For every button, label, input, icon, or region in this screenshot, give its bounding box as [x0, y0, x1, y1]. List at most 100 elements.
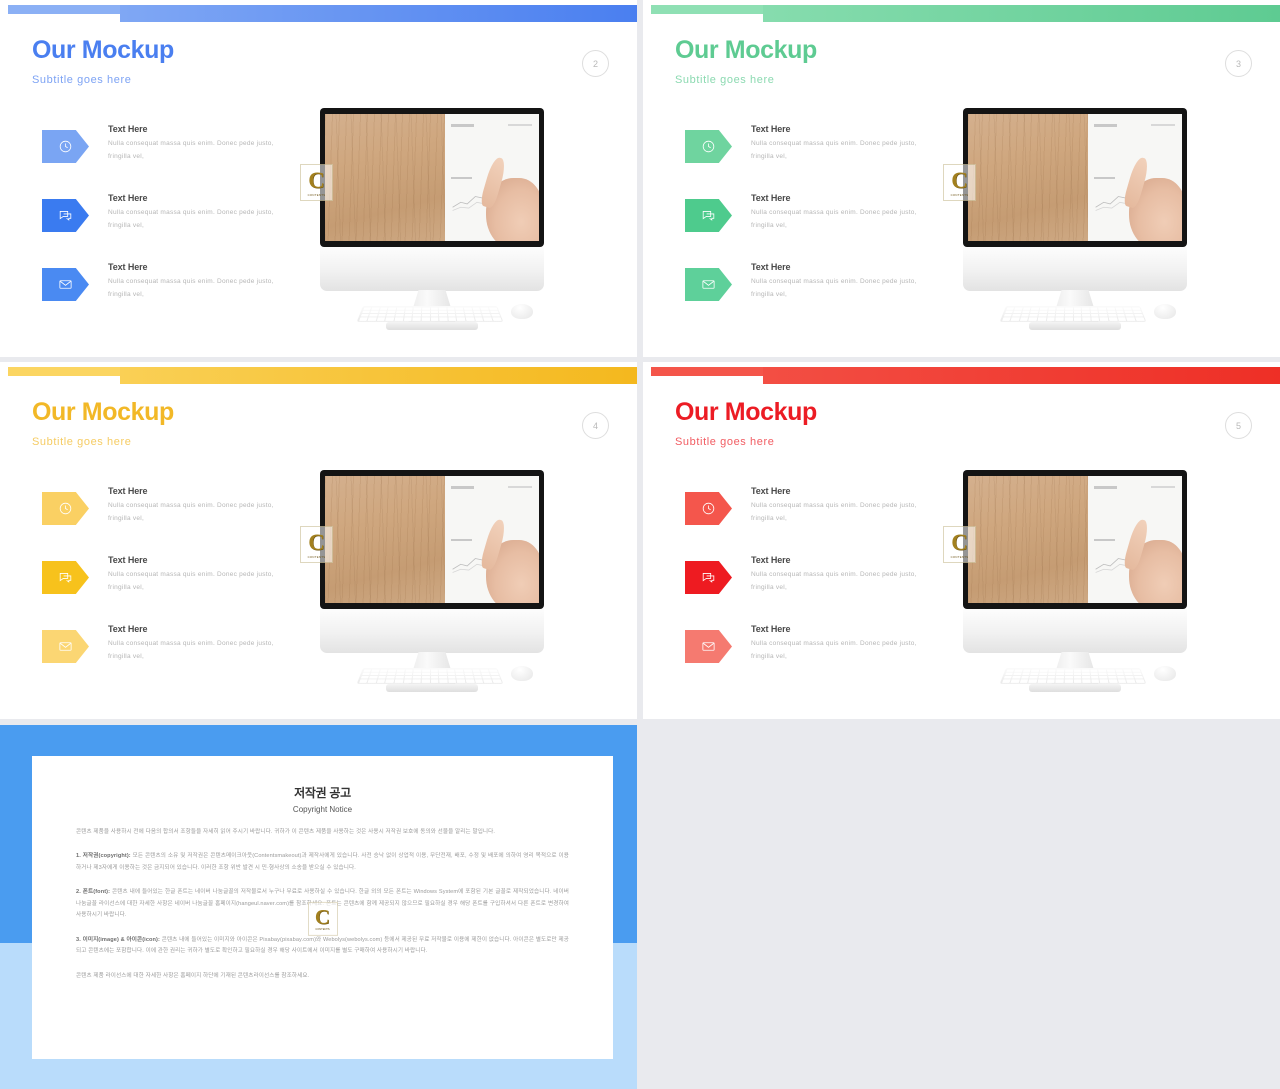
monitor-screen-bezel [320, 470, 544, 609]
keyboard [999, 667, 1147, 684]
mail-icon[interactable] [685, 268, 732, 301]
header-bar-accent [651, 367, 763, 376]
bullet-row[interactable]: Text Here Nulla consequat massa quis eni… [685, 486, 935, 555]
monitor-chin [963, 609, 1187, 653]
monitor-screen-bezel [963, 470, 1187, 609]
keyboard-row [361, 310, 499, 314]
bullet-description: Nulla consequat massa quis enim. Donec p… [751, 278, 917, 298]
copyright-item-1-text: 모든 콘텐츠의 소유 및 저작권은 콘텐츠메이크아웃(Contentsmakeo… [76, 853, 569, 871]
monitor-screen-content [968, 114, 1182, 241]
keyboard-row [1003, 675, 1143, 679]
mock-chart-label [1094, 486, 1118, 489]
chart-document-photo [1087, 114, 1182, 241]
keyboard-row [360, 675, 500, 679]
page-title: Our Mockup [675, 398, 817, 426]
contents-watermark-icon: C CONTENTS [300, 164, 333, 201]
desktop-monitor-mockup: C CONTENTS [943, 470, 1255, 700]
copyright-intro: 콘텐츠 제품을 사용하시 전에 다음의 합의서 조항들을 자세히 읽어 주시기 … [76, 829, 496, 835]
bullet-title: Text Here [751, 555, 791, 565]
copyright-item-1: 1. 저작권(copyright): 모든 콘텐츠의 소유 및 저작권은 콘텐츠… [76, 851, 569, 874]
mock-chart-label [451, 486, 475, 489]
bullet-row[interactable]: Text Here Nulla consequat massa quis eni… [685, 555, 935, 624]
keyboard-row [1005, 307, 1141, 310]
mock-line-label [1094, 176, 1116, 180]
chat-icon[interactable] [42, 561, 89, 594]
bullet-row[interactable]: Text Here Nulla consequat massa quis eni… [685, 262, 935, 331]
mock-chart-legend [1151, 124, 1176, 127]
mail-icon[interactable] [42, 630, 89, 663]
bullet-list: Text Here Nulla consequat massa quis eni… [685, 124, 935, 331]
bullet-title: Text Here [108, 555, 148, 565]
bullet-description: Nulla consequat massa quis enim. Donec p… [751, 140, 917, 160]
chart-document-photo [1087, 476, 1182, 603]
copyright-item-2-label: 2. 폰트(font): [76, 889, 111, 896]
watermark-caption: CONTENTS [950, 192, 969, 197]
keyboard-row [1001, 679, 1145, 683]
bullet-description: Nulla consequat massa quis enim. Donec p… [751, 209, 917, 229]
copyright-item-3: 3. 이미지(image) & 아이콘(icon): 콘텐츠 내에 들어있는 이… [76, 935, 569, 958]
bullet-row[interactable]: Text Here Nulla consequat massa quis eni… [685, 193, 935, 262]
bullet-row[interactable]: Text Here Nulla consequat massa quis eni… [42, 124, 292, 193]
slide-green[interactable]: Our Mockup Subtitle goes here 3 Text Her… [643, 0, 1280, 357]
contents-watermark-icon: C CONTENTS [307, 901, 338, 936]
bullet-row[interactable]: Text Here Nulla consequat massa quis eni… [685, 624, 935, 693]
clock-icon[interactable] [685, 130, 732, 163]
monitor-chin [320, 609, 544, 653]
copyright-title-ko: 저작권 공고 [294, 786, 351, 800]
header-bar-accent [8, 367, 120, 376]
keyboard-row [361, 672, 499, 676]
monitor-chin [963, 247, 1187, 291]
keyboard-row [362, 669, 498, 672]
keyboard-row [358, 679, 502, 683]
monitor-foot [386, 684, 478, 692]
slide-yellow[interactable]: Our Mockup Subtitle goes here 4 Text Her… [0, 362, 637, 719]
bullet-row[interactable]: Text Here Nulla consequat massa quis eni… [42, 486, 292, 555]
bullet-row[interactable]: Text Here Nulla consequat massa quis eni… [42, 262, 292, 331]
clock-icon[interactable] [42, 492, 89, 525]
bullet-description: Nulla consequat massa quis enim. Donec p… [751, 640, 917, 660]
watermark-letter: C [308, 167, 325, 193]
bullet-row[interactable]: Text Here Nulla consequat massa quis eni… [42, 193, 292, 262]
mouse [1154, 666, 1176, 681]
monitor-screen-bezel [320, 108, 544, 247]
monitor-screen-bezel [963, 108, 1187, 247]
keyboard [356, 667, 504, 684]
keyboard-row [1005, 669, 1141, 672]
contents-watermark-icon: C CONTENTS [943, 526, 976, 563]
watermark-letter: C [951, 167, 968, 193]
mouse [511, 666, 533, 681]
mail-icon[interactable] [42, 268, 89, 301]
mail-icon[interactable] [685, 630, 732, 663]
chat-icon[interactable] [685, 199, 732, 232]
mock-line-label [1094, 538, 1116, 542]
bullet-row[interactable]: Text Here Nulla consequat massa quis eni… [685, 124, 935, 193]
copyright-panel: 저작권 공고 Copyright Notice 콘텐츠 제품을 사용하시 전에 … [0, 725, 637, 1089]
keyboard-row [358, 317, 502, 321]
bullet-description: Nulla consequat massa quis enim. Donec p… [751, 502, 917, 522]
slide-red[interactable]: Our Mockup Subtitle goes here 5 Text Her… [643, 362, 1280, 719]
keyboard-row [1003, 313, 1143, 317]
mouse [511, 304, 533, 319]
bullet-title: Text Here [751, 193, 791, 203]
bullet-row[interactable]: Text Here Nulla consequat massa quis eni… [42, 555, 292, 624]
bullet-row[interactable]: Text Here Nulla consequat massa quis eni… [42, 624, 292, 693]
mock-chart-label [1094, 124, 1118, 127]
header-bar-notch [8, 376, 120, 385]
keyboard-row [362, 307, 498, 310]
clock-icon[interactable] [42, 130, 89, 163]
watermark-caption: CONTENTS [307, 554, 326, 559]
keyboard-row [1004, 310, 1142, 314]
contents-watermark-icon: C CONTENTS [943, 164, 976, 201]
keyboard-row [360, 313, 500, 317]
bullet-title: Text Here [751, 624, 791, 634]
chat-icon[interactable] [685, 561, 732, 594]
keyboard-row [1001, 317, 1145, 321]
chart-document-photo [444, 114, 539, 241]
bullet-title: Text Here [108, 624, 148, 634]
chat-icon[interactable] [42, 199, 89, 232]
mouse [1154, 304, 1176, 319]
slide-blue[interactable]: Our Mockup Subtitle goes here 2 Text Her… [0, 0, 637, 357]
watermark-letter: C [951, 529, 968, 555]
page-number-badge: 3 [1225, 50, 1252, 77]
clock-icon[interactable] [685, 492, 732, 525]
